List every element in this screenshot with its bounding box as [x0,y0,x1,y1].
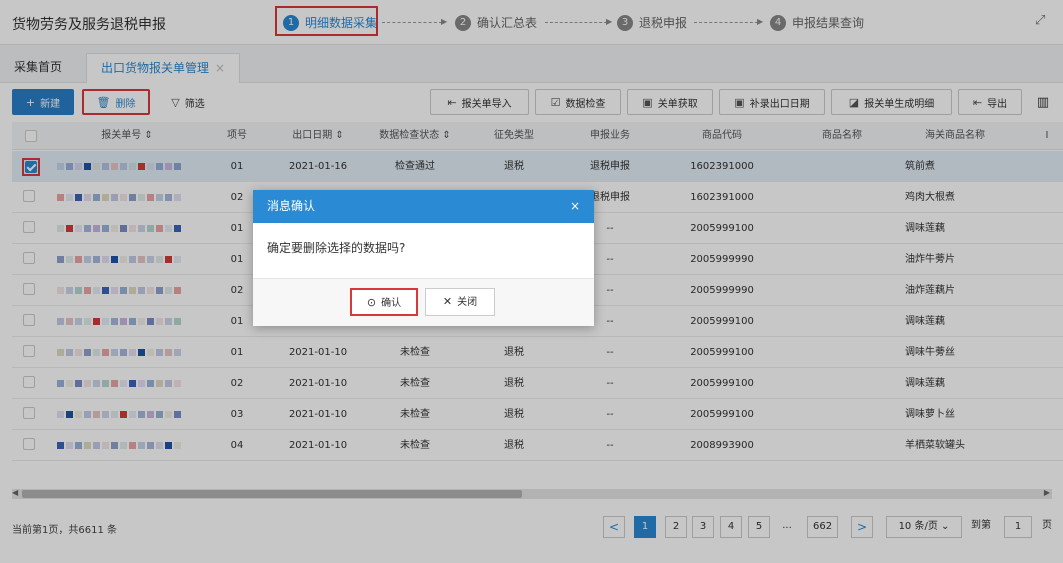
dialog-header: 消息确认 × [253,190,594,223]
dialog-title: 消息确认 [267,199,316,213]
confirm-button-label: 确认 [381,298,402,309]
check-circle-icon: ⊙ [366,296,377,309]
confirm-button[interactable]: ⊙ 确认 [350,288,418,316]
close-button[interactable]: ✕ 关闭 [425,288,495,316]
dialog-close-icon[interactable]: × [570,190,580,223]
confirm-dialog: 消息确认 × 确定要删除选择的数据吗? ⊙ 确认 ✕ 关闭 [253,190,594,326]
close-icon: ✕ [442,295,453,308]
close-button-label: 关闭 [457,297,478,308]
dialog-message: 确定要删除选择的数据吗? [267,241,406,255]
dialog-footer: ⊙ 确认 ✕ 关闭 [253,278,594,326]
